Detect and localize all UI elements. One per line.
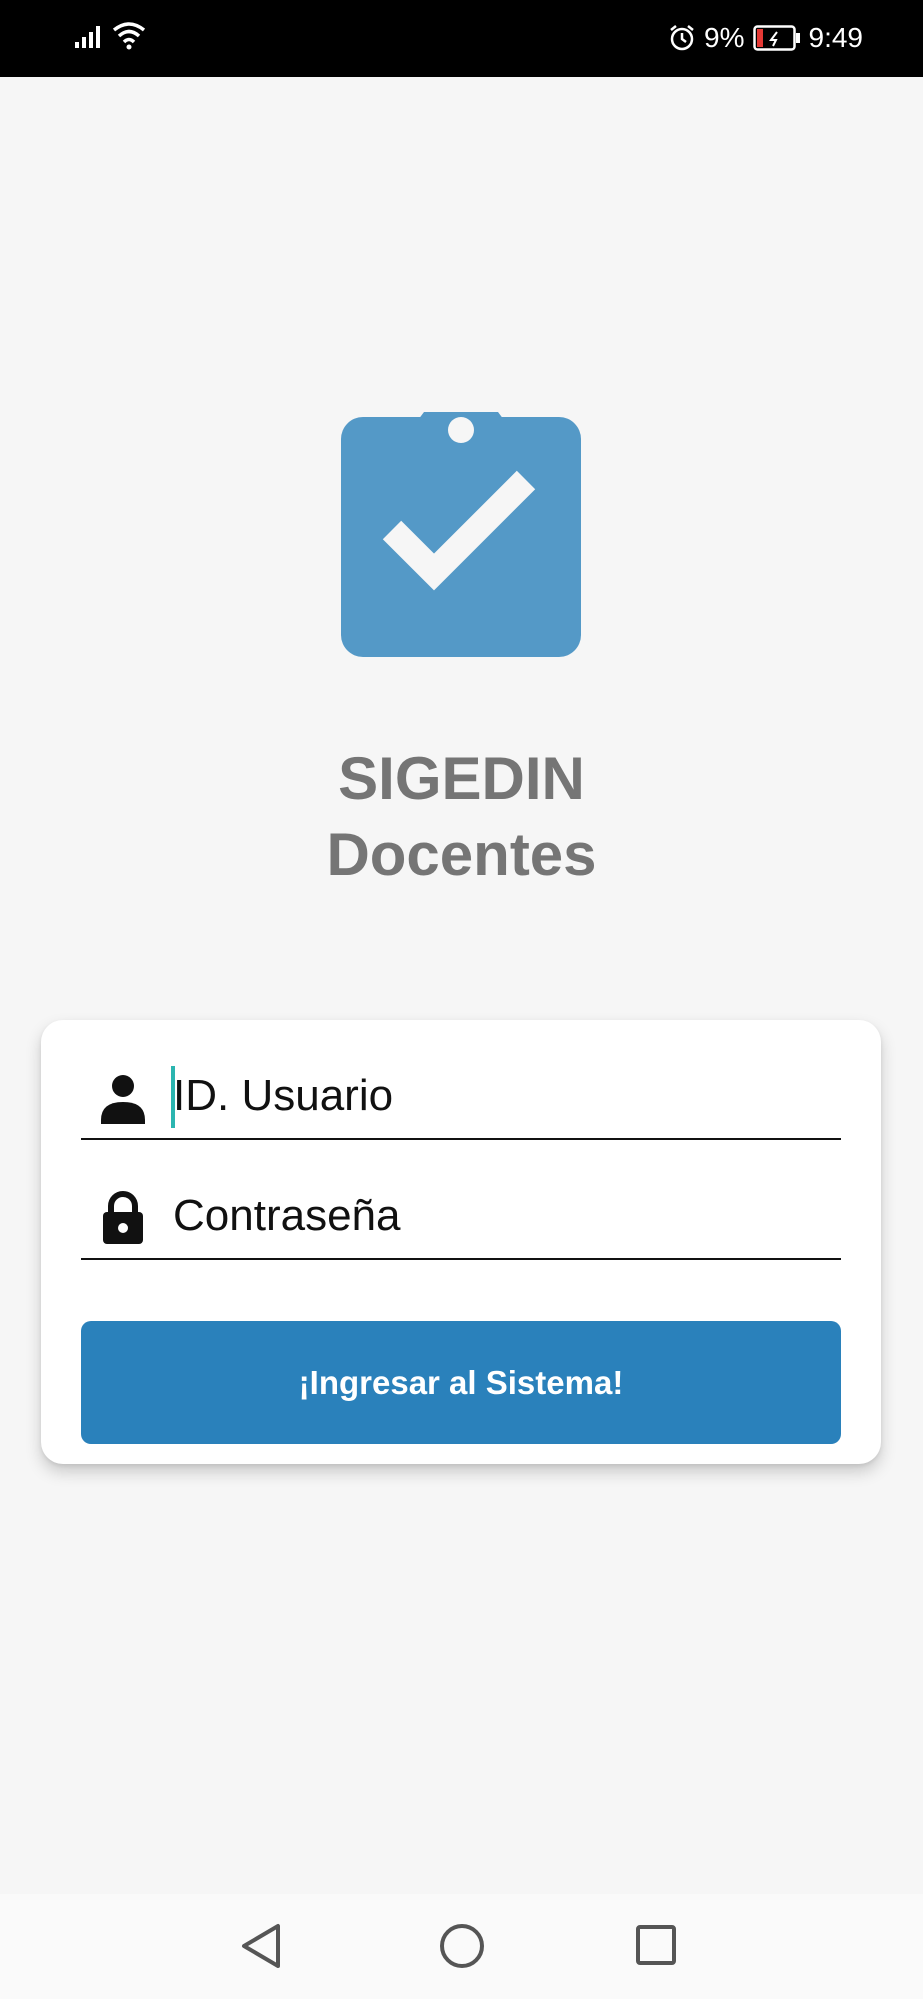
status-bar: 9% 9:49: [0, 0, 923, 77]
person-icon: [101, 1075, 145, 1124]
lock-icon: [103, 1191, 143, 1244]
user-id-field[interactable]: ID. Usuario: [81, 1040, 841, 1140]
back-icon[interactable]: [232, 1916, 292, 1976]
app-subtitle: Docentes: [326, 821, 597, 888]
navigation-bar: [0, 1894, 923, 1999]
wifi-icon: [112, 22, 146, 50]
status-time: 9:49: [808, 22, 864, 53]
battery-percent: 9%: [704, 22, 745, 53]
recent-apps-icon[interactable]: [627, 1916, 687, 1976]
clipboard-check-icon: [341, 412, 581, 657]
battery-icon: [752, 25, 800, 51]
password-placeholder: Contraseña: [173, 1191, 401, 1240]
user-id-placeholder: ID. Usuario: [173, 1071, 394, 1120]
login-button[interactable]: ¡Ingresar al Sistema!: [81, 1321, 841, 1444]
login-card: ID. Usuario Contraseña ¡Ingresar al Sist…: [41, 1020, 881, 1464]
signal-icon: [75, 26, 100, 48]
app-title: SIGEDIN: [338, 745, 585, 812]
alarm-icon: [670, 25, 694, 51]
home-icon[interactable]: [432, 1916, 492, 1976]
status-left: [74, 20, 146, 50]
password-field[interactable]: Contraseña: [81, 1160, 841, 1260]
status-right: 9% 9:49: [668, 18, 863, 58]
